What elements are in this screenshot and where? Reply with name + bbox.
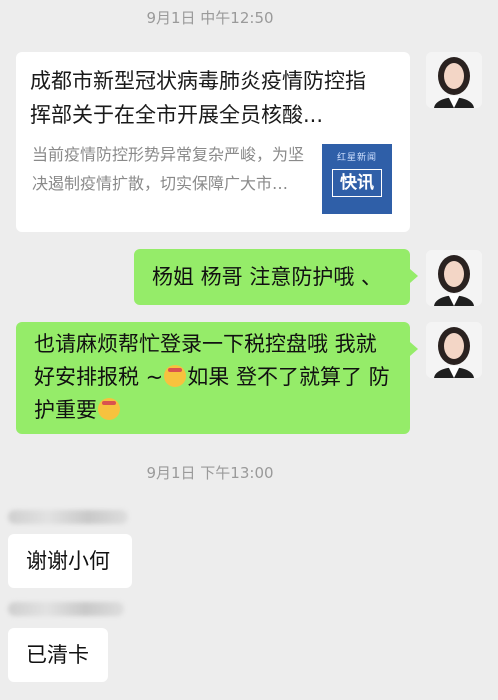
message-text: 已清卡 [26,643,89,667]
sent-message-bubble[interactable]: 也请麻烦帮忙登录一下税控盘哦 我就好安排报税 ~ 如果 登不了就算了 防护重要 [16,322,418,437]
avatar-icon[interactable] [426,250,482,306]
message-text: 也请麻烦帮忙登录一下税控盘哦 我就好安排报税 ~ 如果 登不了就算了 防护重要 [16,322,410,437]
thumbnail-headline: 快讯 [332,169,382,197]
received-message-bubble[interactable]: 谢谢小何 [8,534,132,588]
bubble-tail [410,269,418,283]
message-text: 杨姐 杨哥 注意防护哦 、 [152,265,383,289]
message-text: 谢谢小何 [26,549,110,573]
news-link-card[interactable]: 成都市新型冠状病毒肺炎疫情防控指挥部关于在全市开展全员核酸... 当前疫情防控形… [16,52,410,232]
received-message-bubble[interactable]: 已清卡 [8,628,108,682]
blurred-sender-name [8,510,128,524]
card-description: 当前疫情防控形势异常复杂严峻，为坚决遏制疫情扩散，切实保障广大市民群众身体健康，… [32,145,304,193]
thumbnail-source-label: 红星新闻 [336,153,377,163]
sent-message-bubble[interactable]: 杨姐 杨哥 注意防护哦 、 [134,249,418,305]
avatar-icon[interactable] [426,322,482,378]
timestamp: 9月1日 下午13:00 [146,464,274,482]
card-title: 成都市新型冠状病毒肺炎疫情防控指挥部关于在全市开展全员核酸... [30,69,366,127]
card-thumbnail: 红星新闻 快讯 [322,144,392,214]
avatar-icon[interactable] [426,52,482,108]
bubble-tail [410,342,418,356]
timestamp: 9月1日 中午12:50 [146,9,274,27]
blurred-sender-name [8,602,124,616]
shush-face-emoji-icon [164,365,187,387]
shush-face-emoji-icon [98,398,120,420]
